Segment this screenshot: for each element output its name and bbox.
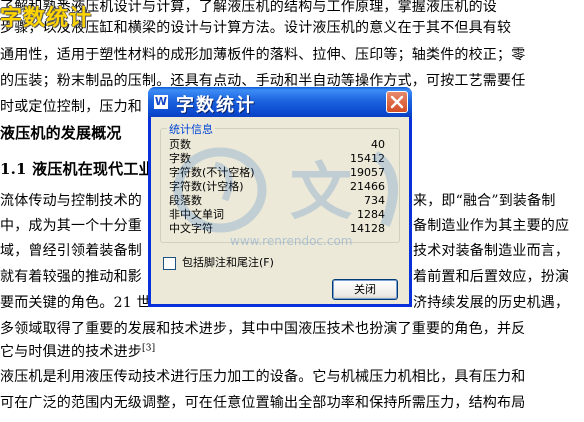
stat-row-paragraphs: 段落数 734 [169, 194, 397, 208]
doc-line: 多领域取得了重要的发展和技术进步，其中中国液压技术也扮演了重要的角色，并反 [0, 321, 526, 337]
stat-label: 页数 [169, 138, 191, 151]
doc-line-fragment: 着前置和后置效应，扮演 [413, 269, 570, 285]
section-heading: 液压机的发展概况 [0, 124, 122, 142]
statistics-group: 统计信息 页数 40 字数 15412 字符数(不计空格) 19057 字符数(… [160, 121, 400, 243]
doc-line: 通用性，适用于塑性材料的成形加薄板件的落料、拉伸、压印等；轴类件的校正；零 [0, 47, 526, 63]
stat-row-chars-with-spaces: 字符数(计空格) 21466 [169, 180, 397, 194]
subsection-heading: 1.1 液压机在现代工业 [0, 160, 154, 178]
doc-line: 中，成为其一个十分重 [0, 218, 142, 234]
include-footnotes-label[interactable]: 包括脚注和尾注(F) [182, 256, 274, 270]
stat-label: 字符数(不计空格) [169, 166, 255, 179]
stat-row-words: 字数 15412 [169, 152, 397, 166]
stat-value: 40 [371, 138, 385, 151]
doc-line: 液压机是利用液压传动技术进行压力加工的设备。它与机械压力机相比，具有压力和 [0, 369, 526, 385]
stat-label: 非中文单词 [169, 208, 224, 221]
close-icon [390, 95, 404, 109]
stat-row-pages: 页数 40 [169, 138, 397, 152]
include-footnotes-checkbox[interactable] [163, 257, 176, 270]
close-button[interactable]: 关闭 [332, 279, 398, 300]
doc-line: 就有着较强的推动和影 [0, 269, 142, 285]
dialog-titlebar[interactable]: W 字数统计 [148, 87, 412, 117]
word-app-icon: W [154, 95, 168, 109]
doc-line: 它与时俱进的技术进步[3] [0, 343, 156, 360]
doc-line: 流体传动与控制技术的 [0, 193, 142, 209]
group-title: 统计信息 [167, 121, 215, 137]
corner-watermark: 字数统计 [0, 6, 93, 31]
dialog-title: 字数统计 [176, 95, 256, 116]
doc-line-fragment: 备制造业作为其主要的应 [413, 218, 570, 234]
doc-line: 可在广泛的范围内无级调整，可在任意位置输出全部功率和保持所需压力，结构布局 [0, 395, 526, 411]
stat-label: 段落数 [169, 194, 202, 207]
stat-row-chinese-chars: 中文字符 14128 [169, 222, 397, 236]
stat-label: 中文字符 [169, 222, 213, 235]
stat-value: 21466 [350, 180, 385, 193]
close-x-button[interactable] [386, 91, 408, 113]
stat-value: 1284 [357, 208, 385, 221]
citation-mark: [3] [142, 343, 156, 354]
doc-line: 要而关键的角色。21 世 [0, 295, 151, 311]
doc-line-fragment: 技术对装备制造业而言， [413, 243, 570, 259]
doc-line: 域，曾经引领着装备制 [0, 243, 142, 259]
doc-line-fragment: 济持续发展的历史机遇， [413, 295, 570, 311]
stat-value: 14128 [350, 222, 385, 235]
stat-value: 15412 [350, 152, 385, 165]
stat-value: 734 [364, 194, 385, 207]
stat-row-chars-no-spaces: 字符数(不计空格) 19057 [169, 166, 397, 180]
stat-row-non-chinese-words: 非中文单词 1284 [169, 208, 397, 222]
doc-line: 时或定位控制，压力和 [0, 99, 142, 115]
stat-label: 字数 [169, 152, 191, 165]
stat-label: 字符数(计空格) [169, 180, 244, 193]
stat-value: 19057 [350, 166, 385, 179]
doc-line-fragment: 来，即“融合”到装备制 [413, 193, 556, 209]
word-count-dialog: W 字数统计 统计信息 页数 40 字数 15412 字符数(不计空格) 190… [148, 87, 412, 307]
